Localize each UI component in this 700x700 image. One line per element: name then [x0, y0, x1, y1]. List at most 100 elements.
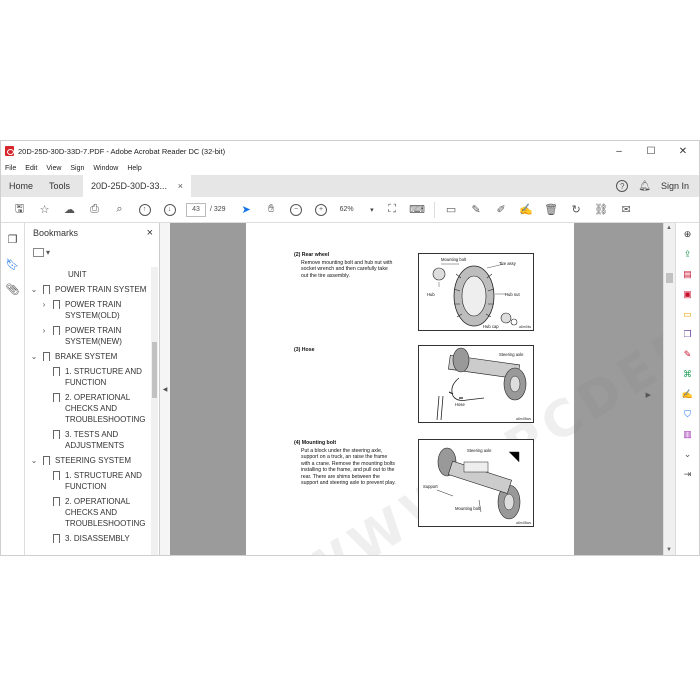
menu-edit[interactable]: Edit	[25, 165, 37, 172]
expand-arrow-icon[interactable]: ⌄	[29, 284, 39, 295]
bell-icon[interactable]: 🔔︎	[638, 181, 651, 192]
collapse-panel-handle[interactable]: ◀	[160, 223, 170, 555]
menu-help[interactable]: Help	[127, 165, 141, 172]
help-icon[interactable]: ?	[616, 180, 629, 192]
options-icon	[33, 247, 44, 257]
next-page-icon[interactable]: ↓	[157, 199, 182, 221]
scroll-thumb[interactable]	[666, 273, 673, 283]
zoom-out-icon[interactable]: −	[284, 199, 309, 221]
expand-pane-icon[interactable]: ⇥	[681, 467, 695, 481]
hose-drawing	[436, 347, 527, 421]
scroll-up-icon[interactable]: ▲	[666, 225, 672, 231]
bookmark-flag-icon	[53, 393, 60, 402]
zoom-select[interactable]: 62% ▾	[340, 206, 374, 214]
tab-tools[interactable]: Tools	[41, 175, 83, 197]
bookmark-label: 2. OPERATIONAL CHECKS AND TROUBLESHOOTIN…	[65, 393, 146, 424]
keyboard-icon[interactable]: ⌨	[405, 199, 430, 221]
expand-arrow-icon[interactable]: ⌄	[29, 351, 39, 362]
bookmark-item[interactable]: › POWER TRAIN SYSTEM(OLD)	[25, 297, 149, 323]
more-tools-icon[interactable]: ⌄	[681, 447, 695, 461]
export-pdf-icon[interactable]: ⇪	[681, 247, 695, 261]
hand-tool-icon[interactable]: ✋︎	[259, 199, 284, 221]
previous-page-icon[interactable]: ↑	[132, 199, 157, 221]
bookmark-label: 2. OPERATIONAL CHECKS AND TROUBLESHOOTIN…	[65, 497, 146, 528]
bookmark-item[interactable]: ⌄ POWER TRAIN SYSTEM	[25, 282, 149, 297]
sign-in-link[interactable]: Sign In	[661, 181, 689, 191]
close-button[interactable]: ✕	[667, 146, 699, 157]
bookmark-item[interactable]: UNIT	[25, 267, 149, 282]
pages-thumbnail-icon[interactable]: ❐	[8, 233, 18, 246]
scan-ocr-icon[interactable]: ⌘	[681, 367, 695, 381]
main-toolbar: 🖫︎ ☆ ☁︎ ⎙ ⌕ ↑ ↓ 43 / 329 ➤ ✋︎ − + 62% ▾ ⛶…	[1, 197, 699, 223]
bookmarks-options[interactable]: ▾	[25, 243, 159, 261]
maximize-button[interactable]: ☐	[635, 146, 667, 157]
rotate-icon[interactable]: ↻	[564, 199, 589, 221]
expand-arrow-icon[interactable]: ›	[39, 325, 49, 336]
menu-window[interactable]: Window	[93, 165, 118, 172]
bookmark-item[interactable]: 2. OPERATIONAL CHECKS AND TROUBLESHOOTIN…	[25, 390, 149, 427]
left-rail: ❐ 🔖︎ 📎︎	[1, 223, 25, 555]
bookmark-item[interactable]: 1. STRUCTURE AND FUNCTION	[25, 468, 149, 494]
page-number-input[interactable]: 43	[186, 202, 206, 217]
tab-home[interactable]: Home	[1, 175, 41, 197]
close-icon[interactable]: ×	[147, 227, 153, 239]
document-viewport[interactable]: WWW.EPCDEPO.COM (2) Rear wheel Remove mo…	[170, 223, 663, 555]
edit-text-icon[interactable]: ✍	[514, 199, 539, 221]
highlight-icon[interactable]: ✐	[489, 199, 514, 221]
pen-icon[interactable]: ✎	[464, 199, 489, 221]
link-icon[interactable]: ⛓︎	[589, 199, 614, 221]
expand-arrow-icon[interactable]: ⌄	[29, 455, 39, 466]
comment-icon[interactable]: ▭	[439, 199, 464, 221]
expand-arrow-icon[interactable]: ›	[39, 299, 49, 310]
chevron-down-icon: ▾	[46, 247, 51, 257]
minimize-button[interactable]: –	[603, 146, 635, 157]
document-scrollbar[interactable]: ▲ ▼	[663, 223, 675, 555]
zoom-in-icon[interactable]: +	[309, 199, 334, 221]
figure-code: a6m0lw	[518, 325, 531, 329]
delete-icon[interactable]: 🗑︎	[539, 199, 564, 221]
bookmark-item[interactable]: ⌄ STEERING SYSTEM	[25, 453, 149, 468]
zoom-tool-icon[interactable]: ⊕	[681, 227, 695, 241]
bookmarks-scrollbar[interactable]	[151, 267, 158, 555]
comment-icon[interactable]: ▭	[681, 307, 695, 321]
select-cursor-icon[interactable]: ➤	[234, 199, 259, 221]
bookmark-label: 3. TESTS AND ADJUSTMENTS	[65, 430, 125, 450]
bookmark-item[interactable]: 1. STRUCTURE AND FUNCTION	[25, 364, 149, 390]
menu-file[interactable]: File	[5, 165, 16, 172]
bookmark-flag-icon	[53, 326, 60, 335]
bookmarks-icon[interactable]: 🔖︎	[6, 258, 20, 271]
share-icon[interactable]: ✉︎	[614, 199, 639, 221]
label-steering-axle: Steering axle	[499, 352, 524, 357]
attachment-icon[interactable]: 📎︎	[6, 283, 20, 296]
bookmark-item[interactable]: › POWER TRAIN SYSTEM(NEW)	[25, 323, 149, 349]
bookmark-item[interactable]: 2. OPERATIONAL CHECKS AND TROUBLESHOOTIN…	[25, 494, 149, 531]
edit-pdf-icon[interactable]: ✎	[681, 347, 695, 361]
expand-right-pane-icon[interactable]: ▶	[646, 391, 651, 399]
title-bar: 20D-25D-30D-33D-7.PDF - Adobe Acrobat Re…	[1, 141, 699, 161]
label-mounting-bolt: Mounting bolt	[441, 257, 467, 262]
request-signature-icon[interactable]: ▥	[681, 427, 695, 441]
save-icon[interactable]: 🖫︎	[7, 199, 32, 221]
menu-sign[interactable]: Sign	[70, 165, 84, 172]
section-heading: (4) Mounting bolt	[294, 440, 337, 446]
bookmark-star-icon[interactable]: ☆	[32, 199, 57, 221]
combine-files-icon[interactable]: ❐	[681, 327, 695, 341]
bookmark-item[interactable]: 3. TESTS AND ADJUSTMENTS	[25, 427, 149, 453]
scroll-thumb[interactable]	[152, 342, 157, 398]
scroll-down-icon[interactable]: ▼	[666, 547, 672, 553]
print-icon[interactable]: ⎙	[82, 199, 107, 221]
bookmark-item[interactable]: ⌄ BRAKE SYSTEM	[25, 349, 149, 364]
pdf-page: WWW.EPCDEPO.COM (2) Rear wheel Remove mo…	[246, 223, 663, 555]
fit-page-icon[interactable]: ⛶	[380, 199, 405, 221]
bookmark-label: UNIT	[68, 270, 87, 279]
create-pdf-icon[interactable]: ▣	[681, 287, 695, 301]
cloud-upload-icon[interactable]: ☁︎	[57, 199, 82, 221]
fill-sign-icon[interactable]: ✍	[681, 387, 695, 401]
close-tab-icon[interactable]: ×	[178, 181, 183, 191]
bookmark-item[interactable]: 3. DISASSEMBLY	[25, 531, 149, 546]
find-icon[interactable]: ⌕	[107, 199, 132, 221]
protect-icon[interactable]: ⛉	[681, 407, 695, 421]
tab-document[interactable]: 20D-25D-30D-33... ×	[83, 175, 191, 197]
menu-view[interactable]: View	[46, 165, 61, 172]
organize-pages-icon[interactable]: ▤	[681, 267, 695, 281]
